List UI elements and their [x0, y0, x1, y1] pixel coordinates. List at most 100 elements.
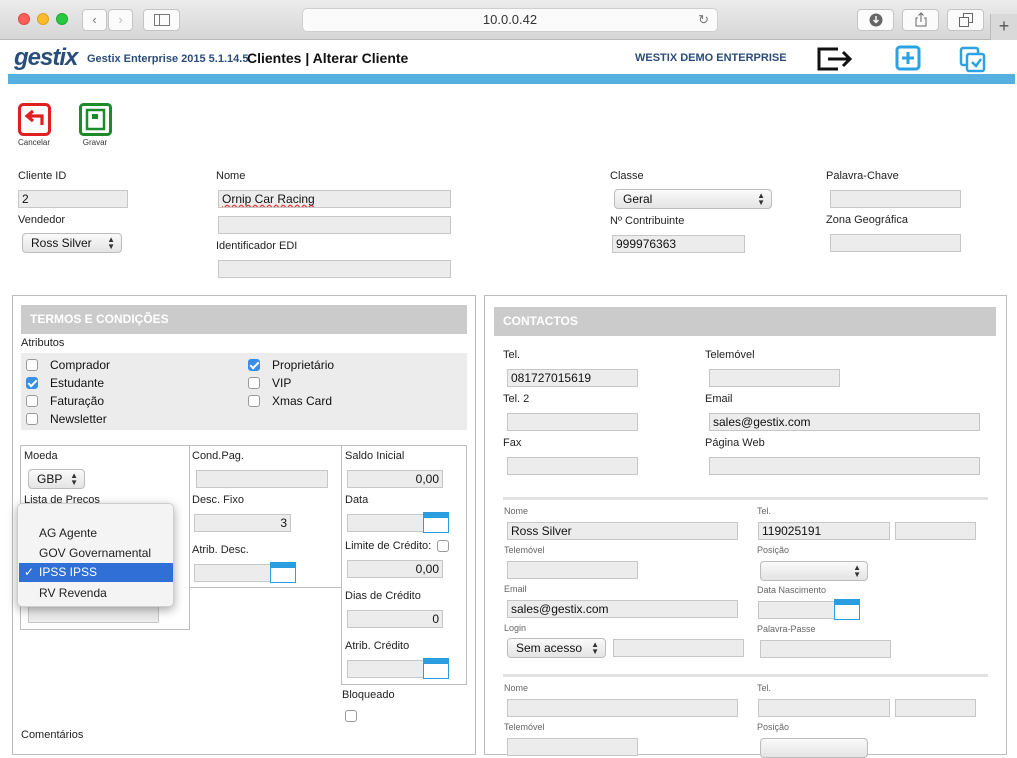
email-label: Email [705, 393, 733, 405]
p2-telemovel-field[interactable] [507, 738, 638, 756]
zona-label: Zona Geográfica [826, 214, 908, 226]
vendedor-label: Vendedor [18, 214, 66, 226]
p2-tel-ext-field[interactable] [895, 699, 976, 717]
limite-checkbox[interactable] [437, 540, 449, 552]
proprietario-checkbox[interactable] [248, 359, 260, 371]
add-new-icon[interactable] [895, 45, 923, 71]
dias-credito-field[interactable]: 0 [347, 610, 443, 628]
option-ag-agente[interactable]: AG Agente [19, 524, 173, 543]
estudante-label: Estudante [50, 376, 105, 390]
desc-fixo-field[interactable]: 3 [194, 514, 291, 532]
p1-login-extra-field[interactable] [613, 639, 744, 657]
email-field[interactable]: sales@gestix.com [709, 413, 980, 431]
address-bar[interactable]: 10.0.0.42 ↻ [302, 8, 718, 32]
classe-value: Geral [623, 192, 653, 206]
dias-credito-label: Dias de Crédito [345, 590, 421, 602]
p1-tel-field[interactable]: 119025191 [758, 522, 890, 540]
address-text: 10.0.0.42 [482, 12, 538, 27]
vip-checkbox[interactable] [248, 377, 260, 389]
vendedor-select[interactable]: Ross Silver ▲ ▼ [22, 233, 122, 253]
contribuinte-field[interactable]: 999976363 [612, 235, 745, 253]
cancel-label: Cancelar [17, 138, 50, 147]
faturacao-checkbox[interactable] [26, 395, 38, 407]
option-rv-revenda[interactable]: RV Revenda [19, 584, 173, 603]
edi-label: Identificador EDI [216, 240, 298, 252]
nome2-field[interactable] [218, 216, 451, 234]
comprador-checkbox[interactable] [26, 359, 38, 371]
zona-field[interactable] [830, 234, 961, 252]
moeda-select[interactable]: GBP ▲ ▼ [28, 469, 85, 489]
lista-extra-field[interactable] [28, 605, 159, 623]
duplicate-icon[interactable] [958, 45, 988, 73]
desc-fixo-label: Desc. Fixo [192, 494, 244, 506]
divider [503, 497, 988, 500]
limite-field[interactable]: 0,00 [347, 560, 443, 578]
data-label: Data [345, 494, 369, 506]
new-tab-button[interactable]: + [990, 14, 1017, 40]
minimize-window-button[interactable] [37, 13, 49, 25]
contribuinte-label: Nº Contribuinte [610, 215, 685, 227]
p1-nome-field[interactable]: Ross Silver [507, 522, 738, 540]
tabs-overview-button[interactable] [947, 9, 984, 31]
tel2-field[interactable] [507, 413, 638, 431]
p2-posicao-select[interactable] [760, 738, 868, 758]
newsletter-checkbox[interactable] [26, 413, 38, 425]
logout-icon[interactable] [816, 45, 854, 73]
calendar-icon[interactable] [270, 562, 296, 583]
estudante-checkbox[interactable] [26, 377, 38, 389]
limite-label: Limite de Crédito: [345, 540, 432, 552]
option-gov-governamental[interactable]: GOV Governamental [19, 544, 173, 563]
saldo-field[interactable]: 0,00 [347, 470, 443, 488]
cliente-id-label: Cliente ID [18, 170, 67, 182]
calendar-icon[interactable] [423, 658, 449, 679]
downloads-button[interactable] [857, 9, 894, 31]
xmas-card-checkbox[interactable] [248, 395, 260, 407]
p1-posicao-select[interactable]: ▲ ▼ [760, 561, 868, 581]
close-window-button[interactable] [18, 13, 30, 25]
save-button[interactable]: Gravar [75, 103, 115, 147]
data-field[interactable] [347, 514, 424, 532]
atrib-desc-field[interactable] [194, 564, 271, 582]
p1-telemovel-field[interactable] [507, 561, 638, 579]
p1-login-value: Sem acesso [516, 641, 583, 655]
reload-icon[interactable]: ↻ [698, 9, 709, 31]
nome-field[interactable]: Ornip Car Racing [218, 190, 451, 208]
classe-select[interactable]: Geral ▲ ▼ [614, 189, 772, 209]
tel-field[interactable]: 081727015619 [507, 369, 638, 387]
nome-value: Ornip Car Racing [222, 192, 315, 206]
p2-tel-field[interactable] [758, 699, 890, 717]
cliente-id-field[interactable]: 2 [18, 190, 128, 208]
p1-nasc-field[interactable] [758, 601, 835, 619]
back-button[interactable]: ‹ [82, 9, 107, 31]
web-label: Página Web [705, 437, 765, 449]
updown-chevron-icon: ▲ ▼ [70, 471, 78, 487]
p1-passe-field[interactable] [760, 640, 891, 658]
chevron-right-icon: › [118, 12, 123, 27]
edi-field[interactable] [218, 260, 451, 278]
calendar-icon[interactable] [834, 599, 860, 620]
checkmark-icon: ✓ [24, 565, 35, 579]
forward-button[interactable]: › [108, 9, 133, 31]
calendar-icon[interactable] [423, 512, 449, 533]
share-button[interactable] [902, 9, 939, 31]
p1-login-label: Login [504, 623, 527, 633]
palavra-chave-label: Palavra-Chave [826, 170, 899, 182]
proprietario-label: Proprietário [272, 358, 335, 372]
web-field[interactable] [709, 457, 980, 475]
condpag-field[interactable] [196, 470, 328, 488]
atrib-credito-field[interactable] [347, 660, 424, 678]
p1-tel-ext-field[interactable] [895, 522, 976, 540]
palavra-chave-field[interactable] [830, 190, 961, 208]
fax-field[interactable] [507, 457, 638, 475]
xmas-card-label: Xmas Card [272, 394, 333, 408]
p2-nome-field[interactable] [507, 699, 738, 717]
option-ipss[interactable]: ✓ IPSS IPSS [19, 563, 173, 582]
p1-login-select[interactable]: Sem acesso ▲ ▼ [507, 638, 606, 658]
bloqueado-checkbox[interactable] [345, 710, 357, 722]
sidebar-button[interactable] [143, 9, 180, 31]
p1-email-field[interactable]: sales@gestix.com [507, 600, 738, 618]
cancel-button[interactable]: Cancelar [14, 103, 54, 147]
telemovel-field[interactable] [709, 369, 840, 387]
page-title: Clientes | Alterar Cliente [247, 50, 409, 66]
zoom-window-button[interactable] [56, 13, 68, 25]
